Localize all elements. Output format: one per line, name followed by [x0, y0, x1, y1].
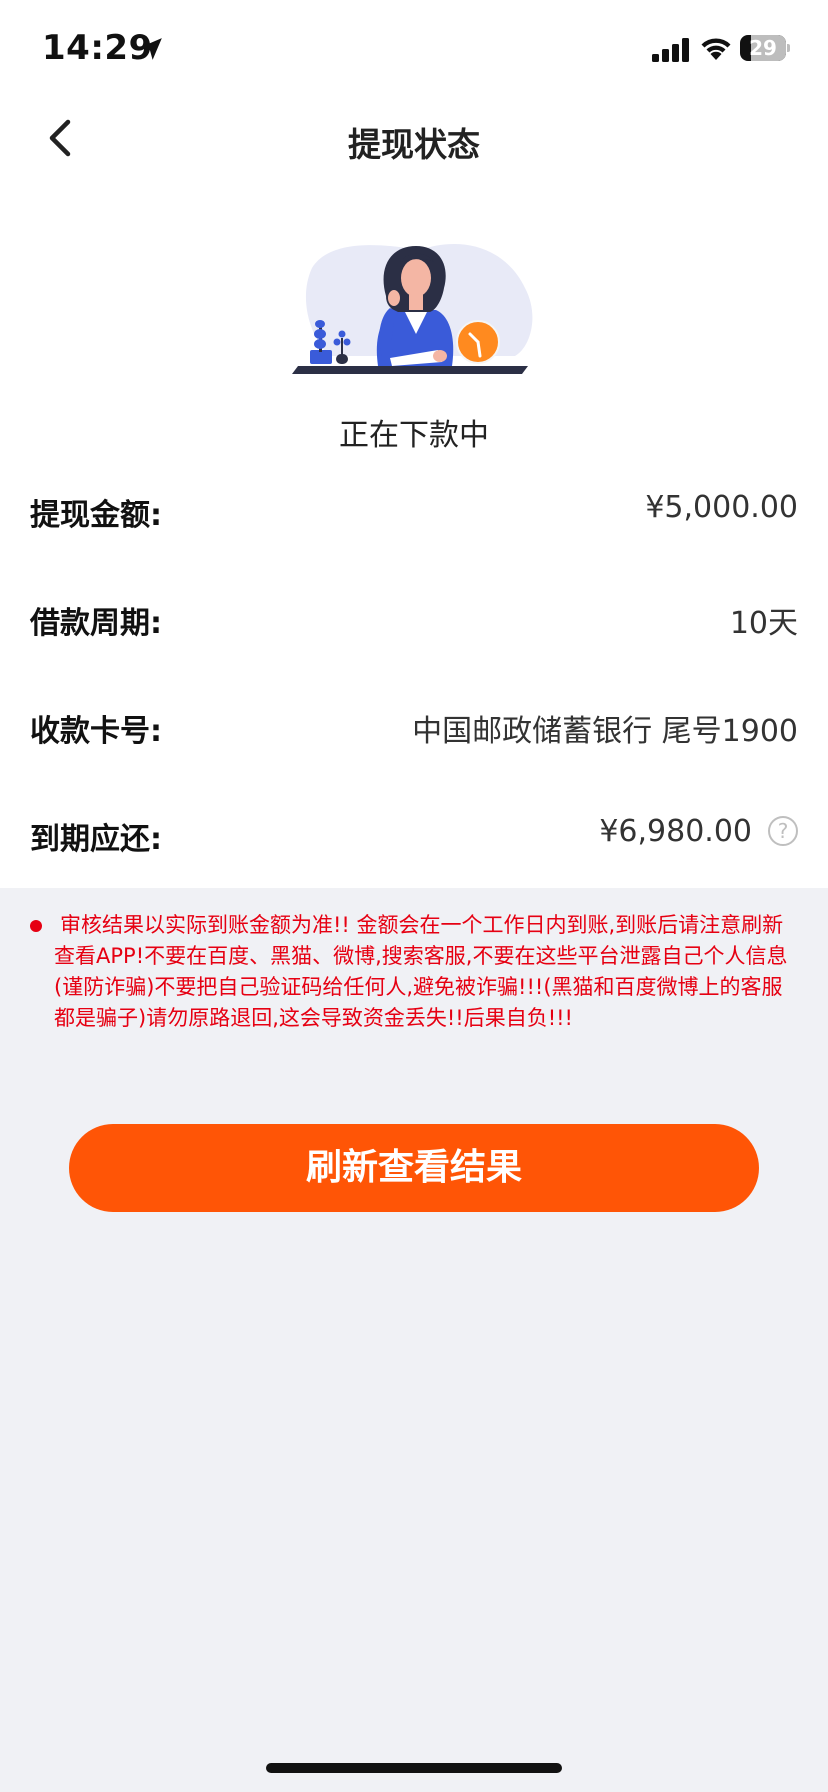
nav-bar: 提现状态 — [0, 92, 828, 188]
detail-label: 到期应还: — [30, 822, 162, 857]
detail-row-loan-period: 借款周期: 10天 — [30, 586, 798, 646]
detail-value: 10天 — [729, 606, 798, 641]
battery-level: 29 — [749, 36, 777, 60]
bullet-dot-icon — [30, 920, 42, 932]
detail-row-withdraw-amount: 提现金额: ¥5,000.00 — [30, 478, 798, 538]
status-time: 14:29 — [42, 28, 153, 68]
location-arrow-icon — [140, 38, 162, 60]
question-circle-icon[interactable]: ? — [768, 816, 798, 846]
detail-value: 中国邮政储蓄银行 尾号1900 — [412, 714, 798, 749]
detail-row-receiving-card: 收款卡号: 中国邮政储蓄银行 尾号1900 — [30, 694, 798, 754]
detail-label: 借款周期: — [30, 606, 162, 641]
status-label: 正在下款中 — [339, 418, 489, 453]
home-indicator — [266, 1763, 562, 1773]
detail-value: ¥6,980.00 — [599, 814, 752, 849]
withdrawal-status-page: 14:29 29 提现状态 正在下款中 提现金额: ¥5,000.00 借款周期… — [0, 0, 828, 1792]
page-title: 提现状态 — [348, 125, 480, 164]
detail-value: ¥5,000.00 — [645, 490, 798, 525]
detail-row-amount-due: 到期应还: ¥6,980.00 ? — [30, 802, 798, 862]
battery-icon: 29 — [740, 35, 790, 61]
cellular-signal-icon — [652, 38, 689, 62]
refresh-result-button[interactable]: 刷新查看结果 — [69, 1124, 759, 1212]
status-bar: 14:29 29 — [0, 0, 828, 92]
wifi-icon — [701, 38, 731, 60]
detail-label: 提现金额: — [30, 498, 162, 533]
status-card: 正在下款中 提现金额: ¥5,000.00 借款周期: 10天 收款卡号: 中国… — [0, 188, 828, 888]
notice-text: 审核结果以实际到账金额为准!! 金额会在一个工作日内到账,到账后请注意刷新查看A… — [54, 913, 788, 1030]
woman-waiting-with-clock-illustration — [292, 244, 533, 374]
detail-label: 收款卡号: — [30, 714, 162, 749]
